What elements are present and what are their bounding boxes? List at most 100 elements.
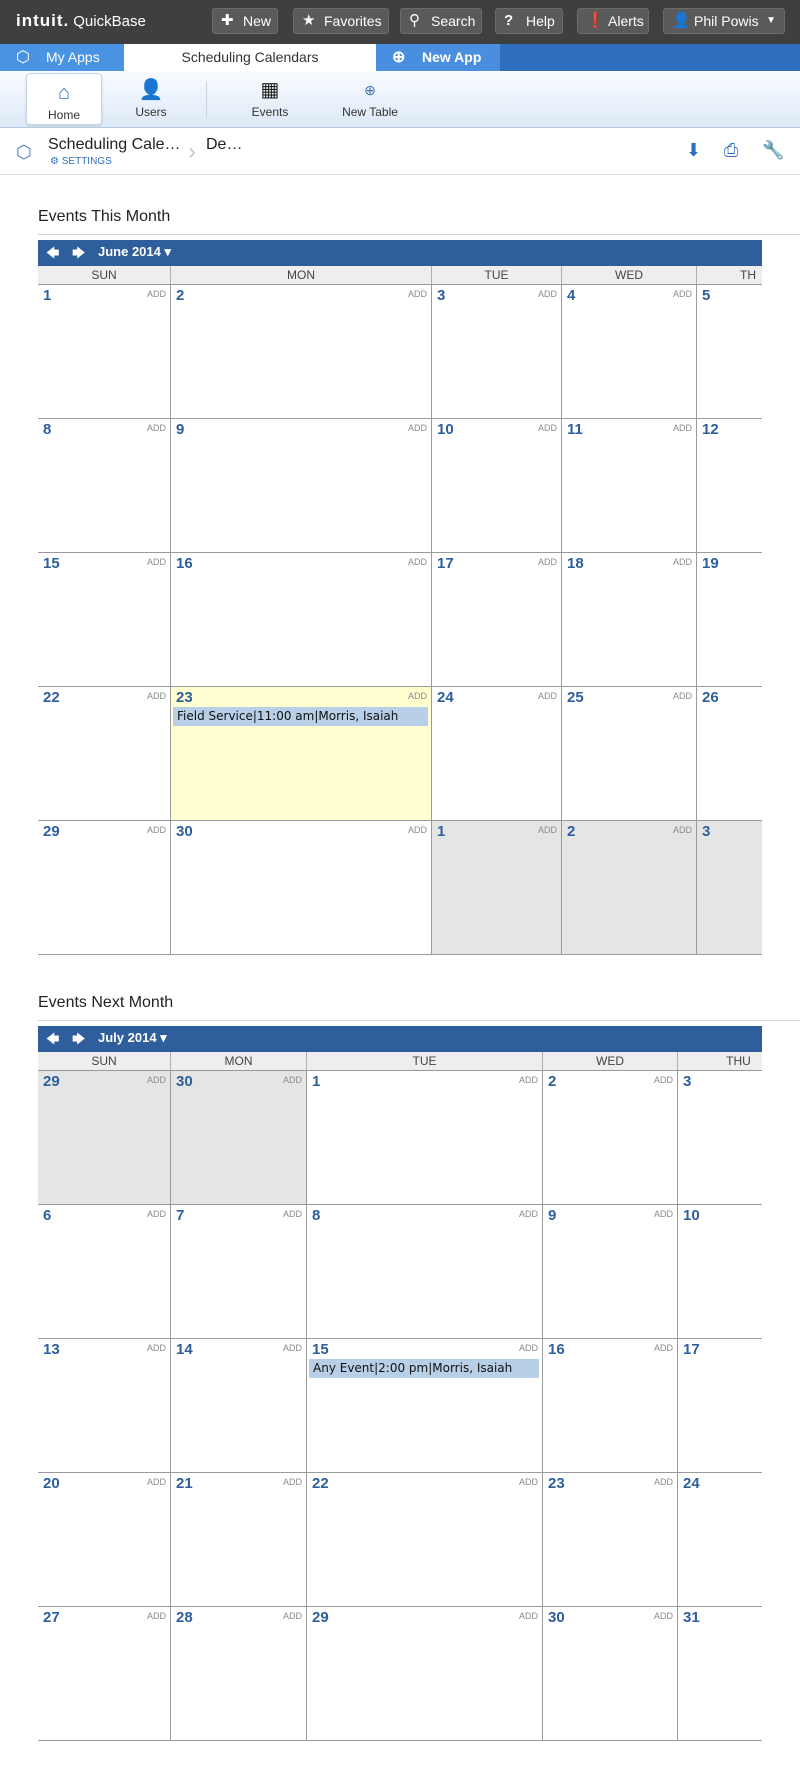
add-event-link[interactable]: ADD: [283, 1075, 302, 1085]
day-number[interactable]: 9: [548, 1207, 556, 1224]
calendar-day-cell[interactable]: 1 ADD: [307, 1071, 543, 1205]
calendar-day-cell[interactable]: 12ADD: [697, 419, 762, 553]
add-event-link[interactable]: ADD: [519, 1343, 538, 1353]
add-event-link[interactable]: ADD: [538, 691, 557, 701]
day-number[interactable]: 3: [683, 1073, 691, 1090]
calendar-day-cell[interactable]: 23 ADD Field Service|11:00 am|Morris, Isai…: [171, 687, 432, 821]
tab-my-apps[interactable]: ⬡ My Apps: [0, 44, 124, 71]
calendar-day-cell[interactable]: 30 ADD: [171, 821, 432, 955]
day-number[interactable]: 10: [683, 1207, 700, 1224]
add-event-link[interactable]: ADD: [283, 1477, 302, 1487]
add-event-link[interactable]: ADD: [147, 1209, 166, 1219]
day-number[interactable]: 3: [702, 823, 710, 840]
calendar-day-cell[interactable]: 30 ADD: [543, 1607, 678, 1741]
day-number[interactable]: 1: [312, 1073, 320, 1090]
day-number[interactable]: 24: [683, 1475, 700, 1492]
calendar-day-cell[interactable]: 9 ADD: [543, 1205, 678, 1339]
day-number[interactable]: 5: [702, 287, 710, 304]
calendar-day-cell[interactable]: 10 ADD: [432, 419, 562, 553]
day-number[interactable]: 22: [43, 689, 60, 706]
day-number[interactable]: 29: [312, 1609, 329, 1626]
help-button[interactable]: ? Help: [495, 8, 563, 34]
add-event-link[interactable]: ADD: [519, 1477, 538, 1487]
prev-month-icon[interactable]: 🡄: [46, 1030, 59, 1052]
add-event-link[interactable]: ADD: [654, 1343, 673, 1353]
day-number[interactable]: 21: [176, 1475, 193, 1492]
calendar-day-cell[interactable]: 2 ADD: [171, 285, 432, 419]
tab-scheduling-calendars[interactable]: Scheduling Calendars: [124, 44, 376, 71]
calendar-day-cell[interactable]: 3ADD: [678, 1071, 762, 1205]
calendar-day-cell[interactable]: 1 ADD: [38, 285, 171, 419]
add-event-link[interactable]: ADD: [519, 1075, 538, 1085]
tab-new-app[interactable]: ⊕ New App: [376, 44, 500, 71]
calendar-day-cell[interactable]: 8 ADD: [307, 1205, 543, 1339]
calendar-day-cell[interactable]: 26ADD: [697, 687, 762, 821]
add-event-link[interactable]: ADD: [538, 423, 557, 433]
add-event-link[interactable]: ADD: [147, 1477, 166, 1487]
add-event-link[interactable]: ADD: [519, 1611, 538, 1621]
calendar-day-cell[interactable]: 25 ADD: [562, 687, 697, 821]
add-event-link[interactable]: ADD: [283, 1343, 302, 1353]
breadcrumb-page[interactable]: De…: [206, 136, 242, 154]
month-picker[interactable]: July 2014 ▾: [98, 1030, 167, 1046]
add-event-link[interactable]: ADD: [408, 423, 427, 433]
next-month-icon[interactable]: 🡆: [72, 244, 85, 266]
day-number[interactable]: 6: [43, 1207, 51, 1224]
day-number[interactable]: 2: [176, 287, 184, 304]
calendar-day-cell[interactable]: 2 ADD: [562, 821, 697, 955]
add-event-link[interactable]: ADD: [283, 1611, 302, 1621]
add-event-link[interactable]: ADD: [673, 289, 692, 299]
toolbar-home[interactable]: ⌂ Home: [26, 73, 102, 125]
add-event-link[interactable]: ADD: [147, 825, 166, 835]
add-event-link[interactable]: ADD: [519, 1209, 538, 1219]
prev-month-icon[interactable]: 🡄: [46, 244, 59, 266]
user-menu-button[interactable]: 👤 Phil Powis ▼: [663, 8, 785, 34]
calendar-day-cell[interactable]: 27 ADD: [38, 1607, 171, 1741]
add-event-link[interactable]: ADD: [538, 557, 557, 567]
add-event-link[interactable]: ADD: [147, 1343, 166, 1353]
add-event-link[interactable]: ADD: [673, 557, 692, 567]
day-number[interactable]: 22: [312, 1475, 329, 1492]
calendar-day-cell[interactable]: 16 ADD: [543, 1339, 678, 1473]
calendar-day-cell[interactable]: 1 ADD: [432, 821, 562, 955]
settings-link[interactable]: ⚙ SETTINGS: [50, 156, 112, 167]
calendar-day-cell[interactable]: 20 ADD: [38, 1473, 171, 1607]
day-number[interactable]: 25: [567, 689, 584, 706]
calendar-day-cell[interactable]: 17ADD: [678, 1339, 762, 1473]
day-number[interactable]: 23: [548, 1475, 565, 1492]
day-number[interactable]: 2: [548, 1073, 556, 1090]
day-number[interactable]: 15: [312, 1341, 329, 1358]
calendar-day-cell[interactable]: 14 ADD: [171, 1339, 307, 1473]
day-number[interactable]: 15: [43, 555, 60, 572]
add-event-link[interactable]: ADD: [408, 825, 427, 835]
calendar-day-cell[interactable]: 18 ADD: [562, 553, 697, 687]
calendar-day-cell[interactable]: 17 ADD: [432, 553, 562, 687]
calendar-day-cell[interactable]: 7 ADD: [171, 1205, 307, 1339]
calendar-day-cell[interactable]: 15 ADD: [38, 553, 171, 687]
alerts-button[interactable]: ❗ Alerts: [577, 8, 649, 34]
toolbar-users[interactable]: 👤 Users: [113, 71, 189, 126]
day-number[interactable]: 17: [437, 555, 454, 572]
day-number[interactable]: 16: [176, 555, 193, 572]
day-number[interactable]: 17: [683, 1341, 700, 1358]
day-number[interactable]: 30: [176, 1073, 193, 1090]
day-number[interactable]: 4: [567, 287, 575, 304]
day-number[interactable]: 12: [702, 421, 719, 438]
day-number[interactable]: 14: [176, 1341, 193, 1358]
calendar-day-cell[interactable]: 22 ADD: [38, 687, 171, 821]
day-number[interactable]: 24: [437, 689, 454, 706]
day-number[interactable]: 1: [43, 287, 51, 304]
calendar-day-cell[interactable]: 13 ADD: [38, 1339, 171, 1473]
calendar-day-cell[interactable]: 11 ADD: [562, 419, 697, 553]
breadcrumb-app[interactable]: Scheduling Cale…: [48, 136, 181, 154]
calendar-day-cell[interactable]: 2 ADD: [543, 1071, 678, 1205]
calendar-day-cell[interactable]: 8 ADD: [38, 419, 171, 553]
brand-logo[interactable]: intuit. QuickBase: [16, 11, 146, 31]
calendar-event[interactable]: Field Service|11:00 am|Morris, Isaiah: [173, 707, 428, 726]
day-number[interactable]: 29: [43, 823, 60, 840]
add-event-link[interactable]: ADD: [408, 691, 427, 701]
print-icon[interactable]: ⎙: [724, 140, 738, 161]
calendar-event[interactable]: Any Event|2:00 pm|Morris, Isaiah: [309, 1359, 539, 1378]
day-number[interactable]: 26: [702, 689, 719, 706]
calendar-day-cell[interactable]: 29 ADD: [307, 1607, 543, 1741]
